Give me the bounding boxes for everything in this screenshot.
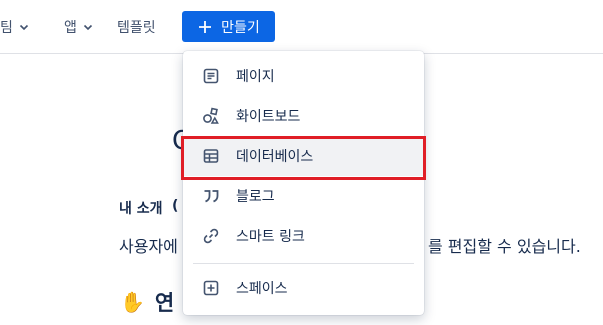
page-icon: [202, 67, 220, 85]
menu-item-label: 화이트보드: [236, 109, 301, 125]
contact-heading: ✋ 연: [120, 287, 174, 317]
create-button[interactable]: 만들기: [182, 11, 275, 42]
nav-apps-label: 앱: [64, 20, 77, 36]
database-icon: [202, 147, 220, 165]
menu-item-whiteboard[interactable]: 화이트보드: [183, 96, 424, 136]
create-menu: 페이지 화이트보드 데이터베이스 블로그 스마트 링크 스페이스: [183, 51, 424, 315]
menu-item-label: 스페이스: [236, 281, 288, 297]
menu-item-blog[interactable]: 블로그: [183, 176, 424, 216]
wave-emoji-icon: ✋: [120, 290, 145, 314]
menu-item-space[interactable]: 스페이스: [183, 268, 424, 308]
nav-teams[interactable]: 팀: [0, 13, 30, 41]
chevron-down-icon: [19, 24, 28, 31]
body-text-right: 를 편집할 수 있습니다.: [428, 237, 581, 256]
whiteboard-icon: [202, 107, 220, 125]
menu-item-label: 페이지: [236, 69, 275, 85]
body-text-left: 사용자에: [119, 237, 178, 256]
chevron-down-icon: [83, 24, 92, 31]
menu-divider: [193, 263, 414, 264]
menu-item-page[interactable]: 페이지: [183, 56, 424, 96]
nav-templates[interactable]: 템플릿: [117, 13, 156, 41]
nav-apps[interactable]: 앱: [64, 13, 94, 41]
menu-item-label: 데이터베이스: [236, 149, 314, 165]
menu-item-label: 스마트 링크: [236, 229, 305, 245]
create-button-label: 만들기: [221, 19, 260, 36]
menu-item-label: 블로그: [236, 189, 275, 205]
plus-icon: [199, 20, 212, 33]
about-label-suffix: (: [172, 198, 179, 214]
about-label: 내 소개: [119, 201, 163, 217]
nav-teams-label: 팀: [0, 20, 13, 36]
menu-item-smart-link[interactable]: 스마트 링크: [183, 216, 424, 256]
space-icon: [202, 279, 220, 297]
top-navigation: 팀 앱 템플릿 만들기: [0, 0, 603, 54]
nav-templates-label: 템플릿: [117, 20, 156, 36]
blog-icon: [202, 187, 220, 205]
contact-heading-text: 연: [154, 291, 175, 315]
menu-item-database[interactable]: 데이터베이스: [183, 136, 424, 176]
link-icon: [202, 227, 220, 245]
